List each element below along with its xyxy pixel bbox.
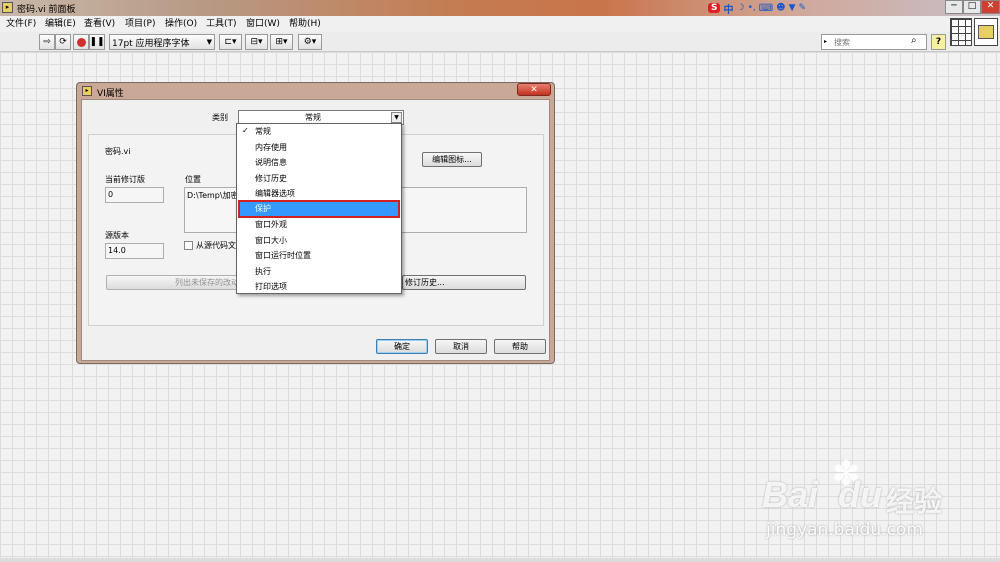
source-version-field: 14.0: [105, 243, 164, 259]
watermark-brand2: du: [838, 474, 882, 515]
category-option[interactable]: 窗口运行时位置: [237, 248, 401, 264]
sogou-logo[interactable]: S: [708, 3, 721, 13]
category-label: 类别: [212, 113, 228, 122]
current-revision-label: 当前修订版: [105, 175, 145, 184]
wrench-icon[interactable]: ✎: [798, 3, 806, 13]
horizontal-scrollbar[interactable]: [0, 558, 1000, 562]
menu-view[interactable]: 查看(V): [84, 17, 115, 31]
search-icon[interactable]: ⌕: [911, 35, 917, 46]
moon-icon[interactable]: ☽: [736, 3, 744, 13]
category-option[interactable]: 窗口大小: [237, 233, 401, 249]
search-scope-icon[interactable]: ▸: [824, 38, 827, 45]
ok-button[interactable]: 确定: [376, 339, 428, 354]
cancel-button[interactable]: 取消: [435, 339, 487, 354]
category-option[interactable]: 常规: [237, 124, 401, 140]
search-input[interactable]: ▸ 搜索 ⌕: [821, 34, 927, 50]
category-dropdown-list: ✓ 常规 内存使用 说明信息 修订历史 编辑器选项 保护 窗口外观 窗口大小 窗…: [236, 123, 402, 294]
category-option[interactable]: 执行: [237, 264, 401, 280]
menu-project[interactable]: 项目(P): [125, 17, 155, 31]
dialog-close-button[interactable]: ✕: [517, 83, 551, 96]
connector-pane-icon[interactable]: [950, 18, 972, 46]
category-option[interactable]: 内存使用: [237, 140, 401, 156]
menu-file[interactable]: 文件(F): [6, 17, 36, 31]
file-name: 密码.vi: [105, 147, 131, 156]
close-button[interactable]: ✕: [981, 0, 1000, 14]
separate-source-label: 从源代码文: [196, 241, 236, 250]
dialog-title: VI属性: [97, 89, 124, 99]
chevron-down-icon[interactable]: ▼: [391, 112, 402, 123]
help-button[interactable]: 帮助: [494, 339, 546, 354]
menu-bar: 文件(F) 编辑(E) 查看(V) 项目(P) 操作(O) 工具(T) 窗口(W…: [0, 16, 1000, 32]
watermark-cn: 经验: [886, 485, 943, 518]
abort-icon[interactable]: [73, 34, 89, 50]
dialog-icon: ▸: [82, 86, 92, 96]
run-continuously-icon[interactable]: ⟳: [55, 34, 71, 50]
category-option[interactable]: 说明信息: [237, 155, 401, 171]
labview-icon: ▸: [2, 2, 13, 13]
window-title: 密码.vi 前面板: [17, 5, 76, 15]
watermark-url: jingyan.baidu.com: [766, 520, 923, 540]
font-select-value: 17pt 应用程序字体: [112, 38, 190, 49]
distribute-objects-icon[interactable]: ⊟▾: [245, 34, 268, 50]
category-option[interactable]: 编辑器选项: [237, 186, 401, 202]
menu-window[interactable]: 窗口(W): [246, 17, 280, 31]
baidu-watermark: ✽ Bai du 经验 jingyan.baidu.com: [762, 454, 992, 544]
font-select[interactable]: 17pt 应用程序字体 ▼: [109, 34, 215, 50]
list-unsaved-changes-button: 列出未保存的改动: [106, 275, 246, 290]
current-revision-field: 0: [105, 187, 164, 203]
menu-edit[interactable]: 编辑(E): [45, 17, 76, 31]
resize-objects-icon[interactable]: ⊞▾: [270, 34, 293, 50]
pause-icon[interactable]: ❚❚: [89, 34, 105, 50]
menu-help[interactable]: 帮助(H): [289, 17, 321, 31]
category-select-value: 常规: [305, 113, 321, 122]
separate-source-checkbox[interactable]: [184, 241, 193, 250]
category-option[interactable]: 窗口外观: [237, 217, 401, 233]
ime-toolbar: S 中 ☽ •, ⌨ ☻ ▼ ✎: [708, 1, 844, 16]
menu-tools[interactable]: 工具(T): [206, 17, 237, 31]
run-arrow-icon[interactable]: ⇨: [39, 34, 55, 50]
align-objects-icon[interactable]: ⊏▾: [219, 34, 242, 50]
keyboard-icon[interactable]: ⌨: [759, 3, 773, 14]
category-option[interactable]: 打印选项: [237, 279, 401, 295]
watermark-brand: Bai: [762, 474, 819, 515]
menu-operate[interactable]: 操作(O): [165, 17, 197, 31]
context-help-button[interactable]: ?: [931, 34, 946, 50]
category-option[interactable]: 修订历史: [237, 171, 401, 187]
minimize-button[interactable]: ─: [945, 0, 963, 14]
shirt-icon[interactable]: ▼: [789, 3, 796, 13]
search-placeholder: 搜索: [834, 38, 850, 47]
revision-history-button[interactable]: 修订历史...: [402, 275, 526, 290]
chevron-down-icon: ▼: [206, 38, 212, 46]
source-version-label: 源版本: [105, 231, 129, 240]
punctuation-icon[interactable]: •,: [748, 3, 756, 13]
category-option-selected[interactable]: 保护: [238, 200, 400, 218]
edit-icon-button[interactable]: 编辑图标...: [422, 152, 482, 167]
ime-mode-label[interactable]: 中: [723, 1, 733, 16]
reorder-icon[interactable]: ⚙▾: [298, 34, 322, 50]
title-bar: ▸ 密码.vi 前面板 S 中 ☽ •, ⌨ ☻ ▼ ✎ ─ □ ✕: [0, 0, 1000, 16]
maximize-button[interactable]: □: [963, 0, 981, 14]
user-icon[interactable]: ☻: [776, 3, 785, 13]
vi-icon[interactable]: [974, 18, 998, 46]
toolbar: ⇨ ⟳ ❚❚ 17pt 应用程序字体 ▼ ⊏▾ ⊟▾ ⊞▾ ⚙▾ ▸ 搜索 ⌕ …: [0, 18, 1000, 52]
location-label: 位置: [185, 175, 201, 184]
